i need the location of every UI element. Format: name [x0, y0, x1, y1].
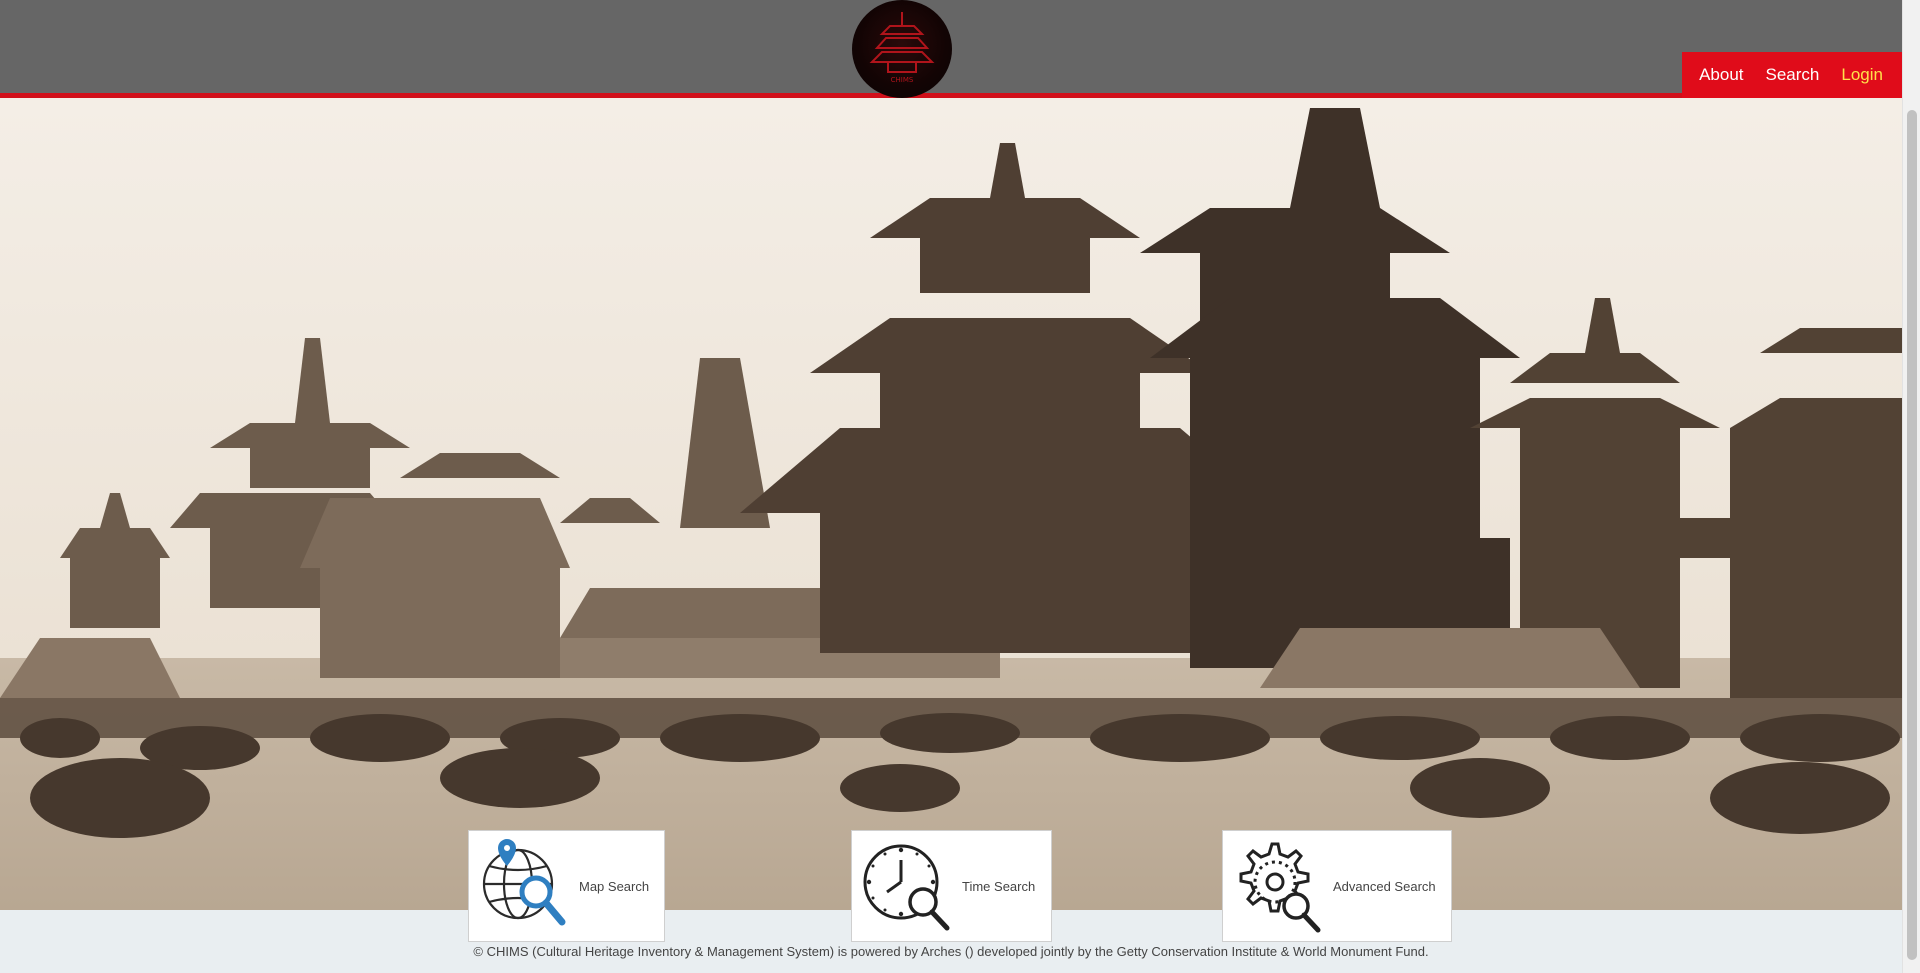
nav-login[interactable]: Login	[1830, 52, 1894, 98]
nav-about[interactable]: About	[1688, 52, 1754, 98]
time-search-tile[interactable]: Time Search	[851, 830, 1052, 942]
main-nav: About Search Login	[1682, 52, 1902, 98]
advanced-search-tile[interactable]: Advanced Search	[1222, 830, 1452, 942]
chims-logo[interactable]: CHIMS	[852, 0, 952, 98]
time-search-label: Time Search	[962, 878, 1036, 894]
hero-image	[0, 98, 1902, 910]
footer-credit: © CHIMS (Cultural Heritage Inventory & M…	[473, 944, 1429, 959]
map-search-label: Map Search	[579, 878, 650, 894]
page: CHIMS About Search Login Map Search Time…	[0, 0, 1920, 973]
globe-search-icon	[469, 831, 579, 941]
nav-search[interactable]: Search	[1755, 52, 1831, 98]
scrollbar-thumb[interactable]	[1907, 110, 1917, 960]
advanced-search-label: Advanced Search	[1333, 878, 1436, 894]
site-header: CHIMS About Search Login	[0, 0, 1902, 98]
gear-search-icon	[1223, 831, 1333, 941]
logo-text: CHIMS	[891, 76, 914, 84]
map-search-tile[interactable]: Map Search	[468, 830, 665, 942]
vertical-scrollbar[interactable]	[1902, 0, 1920, 973]
clock-search-icon	[852, 831, 962, 941]
